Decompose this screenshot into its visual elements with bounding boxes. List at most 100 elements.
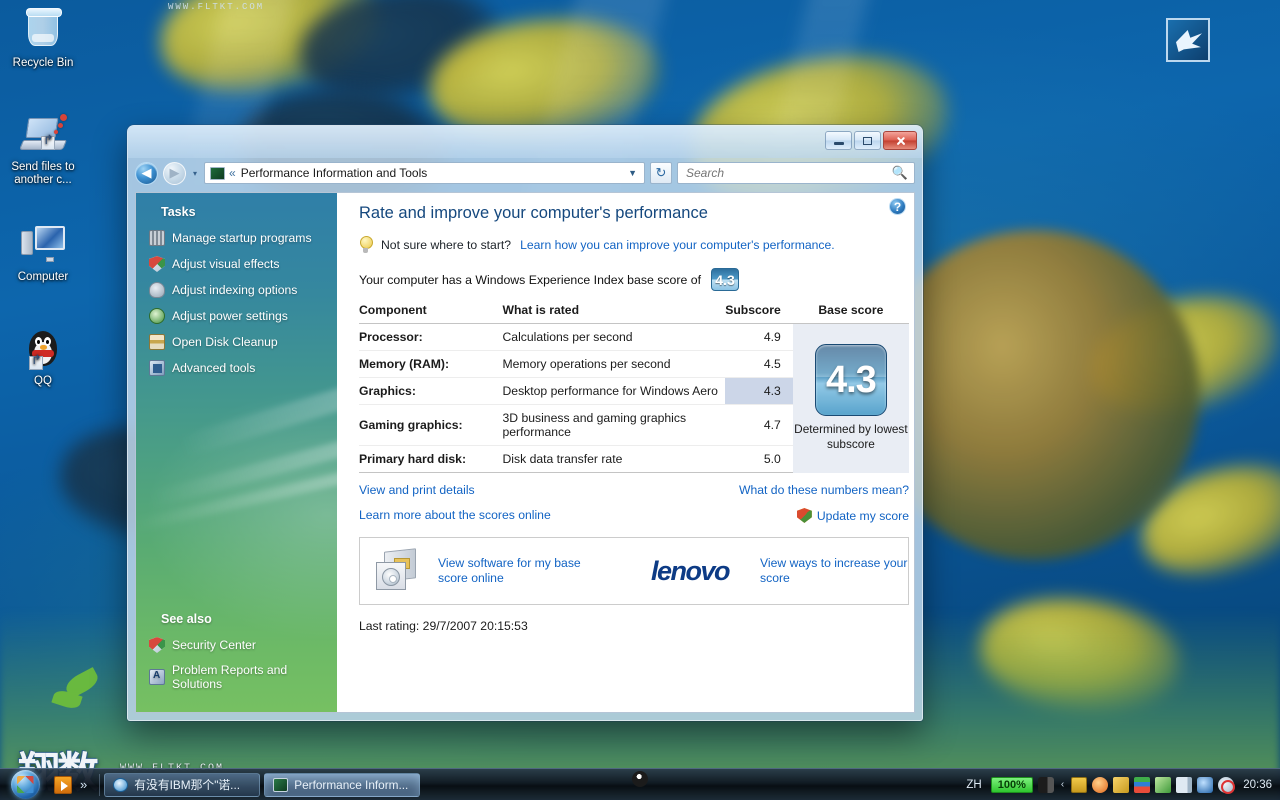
quick-launch-overflow-icon[interactable]: » — [76, 777, 91, 792]
sidebar-item-label: Adjust power settings — [172, 309, 288, 323]
taskbar-divider — [99, 773, 101, 796]
search-input[interactable] — [684, 165, 892, 181]
help-button[interactable]: ? — [889, 198, 906, 215]
cell-rated: 3D business and gaming graphics performa… — [502, 404, 726, 446]
sidebar-item-adjust-visual-effects[interactable]: Adjust visual effects — [141, 251, 337, 277]
desktop-icon-send-files[interactable]: Send files to another c... — [0, 112, 86, 187]
qq-icon — [0, 326, 86, 372]
tray-overflow-icon[interactable]: ‹ — [1059, 779, 1066, 790]
view-ways-cell: View ways to increase your score — [760, 556, 908, 586]
alert-icon[interactable] — [1113, 776, 1130, 793]
see-also-section: See also Security Center Problem Reports… — [136, 612, 337, 696]
sidebar-item-manage-startup-programs[interactable]: Manage startup programs — [141, 225, 337, 251]
computer-icon — [210, 166, 226, 180]
clock[interactable]: 20:36 — [1239, 779, 1274, 791]
firefox-icon[interactable] — [1092, 776, 1109, 793]
header-component: Component — [359, 303, 503, 324]
maximize-button[interactable] — [854, 131, 881, 150]
base-score-badge: 4.3 — [814, 344, 887, 417]
start-button[interactable] — [2, 770, 48, 800]
cell-subscore: 4.3 — [725, 377, 793, 405]
system-tray: ZH 100% ‹ 20:36 — [632, 771, 1280, 793]
learn-more-scores-link[interactable]: Learn more about the scores online — [359, 508, 551, 523]
main-content: ? Rate and improve your computer's perfo… — [337, 193, 914, 712]
sidebar-item-adjust-power-settings[interactable]: Adjust power settings — [141, 303, 337, 329]
desktop: Recycle Bin Send files to another c... C… — [0, 0, 1280, 800]
header-what-is-rated: What is rated — [502, 303, 726, 324]
sidebar-item-open-disk-cleanup[interactable]: Open Disk Cleanup — [141, 329, 337, 355]
search-box[interactable]: 🔍 — [677, 162, 915, 184]
volume-muted-icon[interactable] — [1218, 776, 1235, 793]
what-do-numbers-mean-link[interactable]: What do these numbers mean? — [739, 483, 909, 497]
qq-pen-icon[interactable] — [632, 771, 648, 787]
improve-performance-link[interactable]: Learn how you can improve your computer'… — [520, 238, 835, 252]
back-button[interactable]: ◀ — [135, 161, 158, 185]
minimize-button[interactable] — [825, 131, 852, 150]
sidebar-item-label: Problem Reports and Solutions — [172, 663, 288, 691]
taskbar: » 有没有IBM那个"诺... Performance Inform... ZH… — [0, 768, 1280, 800]
screen-icon[interactable] — [1155, 776, 1172, 793]
taskbar-button-ie[interactable]: 有没有IBM那个"诺... — [104, 772, 261, 797]
close-button[interactable] — [883, 131, 917, 150]
see-also-heading: See also — [161, 612, 212, 626]
cell-component: Graphics: — [359, 377, 503, 405]
chevron-down-icon[interactable]: ▼ — [628, 168, 641, 178]
cell-component: Gaming graphics: — [359, 404, 503, 446]
battery-icon[interactable] — [1176, 776, 1193, 793]
language-indicator[interactable]: ZH — [962, 779, 985, 791]
sidebar-item-advanced-tools[interactable]: Advanced tools — [141, 355, 337, 381]
desktop-icon-computer[interactable]: Computer — [0, 222, 86, 284]
links-row-1: View and print details What do these num… — [359, 483, 909, 497]
falcon-shortcut-icon[interactable] — [1166, 18, 1210, 62]
recent-pages-dropdown-icon[interactable]: ▾ — [191, 169, 199, 178]
lock-icon[interactable] — [1071, 776, 1088, 793]
advanced-tools-icon — [149, 360, 165, 376]
forward-button[interactable]: ▶ — [163, 161, 186, 185]
problem-reports-icon — [149, 669, 165, 685]
sidebar-item-adjust-indexing-options[interactable]: Adjust indexing options — [141, 277, 337, 303]
links-row-2: Learn more about the scores online Updat… — [359, 508, 909, 523]
desktop-icon-qq[interactable]: QQ — [0, 326, 86, 388]
media-player-icon[interactable] — [54, 775, 72, 794]
desktop-icon-recycle-bin[interactable]: Recycle Bin — [0, 8, 86, 70]
view-ways-to-increase-score-link[interactable]: View ways to increase your score — [760, 556, 907, 585]
startup-programs-icon — [149, 230, 165, 246]
sidebar-item-security-center[interactable]: Security Center — [141, 632, 337, 658]
view-software-link[interactable]: View software for my base score online — [438, 556, 581, 585]
sidebar-item-problem-reports-and-solutions[interactable]: Problem Reports and Solutions — [141, 658, 337, 696]
indexing-icon — [149, 282, 165, 298]
network-icon[interactable] — [1197, 776, 1214, 793]
sidebar-item-label: Adjust indexing options — [172, 283, 298, 297]
update-my-score-link[interactable]: Update my score — [817, 509, 909, 523]
power-icon — [149, 308, 165, 324]
cell-rated: Desktop performance for Windows Aero — [502, 377, 726, 405]
breadcrumb-overflow-icon[interactable]: « — [229, 166, 236, 180]
update-score-group[interactable]: Update my score — [796, 508, 909, 523]
desktop-icon-label: Send files to another c... — [11, 161, 75, 186]
taskbar-button-performance[interactable]: Performance Inform... — [264, 772, 421, 797]
network-graph-icon[interactable] — [1134, 776, 1151, 793]
window-titlebar[interactable] — [128, 126, 922, 158]
address-bar[interactable]: « Performance Information and Tools ▼ — [204, 162, 645, 184]
lenovo-logo: lenovo — [650, 555, 731, 586]
cell-rated: Calculations per second — [502, 323, 726, 351]
cell-subscore: 5.0 — [725, 445, 793, 473]
sidebar-item-label: Manage startup programs — [172, 231, 312, 245]
computer-icon — [0, 222, 86, 268]
navigation-bar: ◀ ▶ ▾ « Performance Information and Tool… — [135, 158, 915, 188]
battery-percent-badge[interactable]: 100% — [990, 776, 1033, 793]
breadcrumb[interactable]: Performance Information and Tools — [241, 166, 628, 180]
refresh-button[interactable]: ↻ — [650, 162, 672, 184]
desktop-icon-label: Computer — [17, 271, 69, 283]
window-controls — [825, 131, 917, 150]
base-score-cell: 4.3 Determined by lowest subscore — [792, 323, 909, 473]
tasks-heading: Tasks — [161, 205, 196, 219]
sidebar-item-label: Advanced tools — [172, 361, 256, 375]
oem-promo-box: View software for my base score online l… — [359, 537, 909, 605]
base-score-sentence-row: Your computer has a Windows Experience I… — [359, 268, 900, 291]
sidebar-item-label: Open Disk Cleanup — [172, 335, 278, 349]
power-plug-icon[interactable] — [1037, 776, 1054, 793]
header-subscore: Subscore — [725, 303, 793, 324]
view-and-print-details-link[interactable]: View and print details — [359, 483, 475, 497]
score-table: Component What is rated Subscore Base sc… — [359, 303, 909, 473]
